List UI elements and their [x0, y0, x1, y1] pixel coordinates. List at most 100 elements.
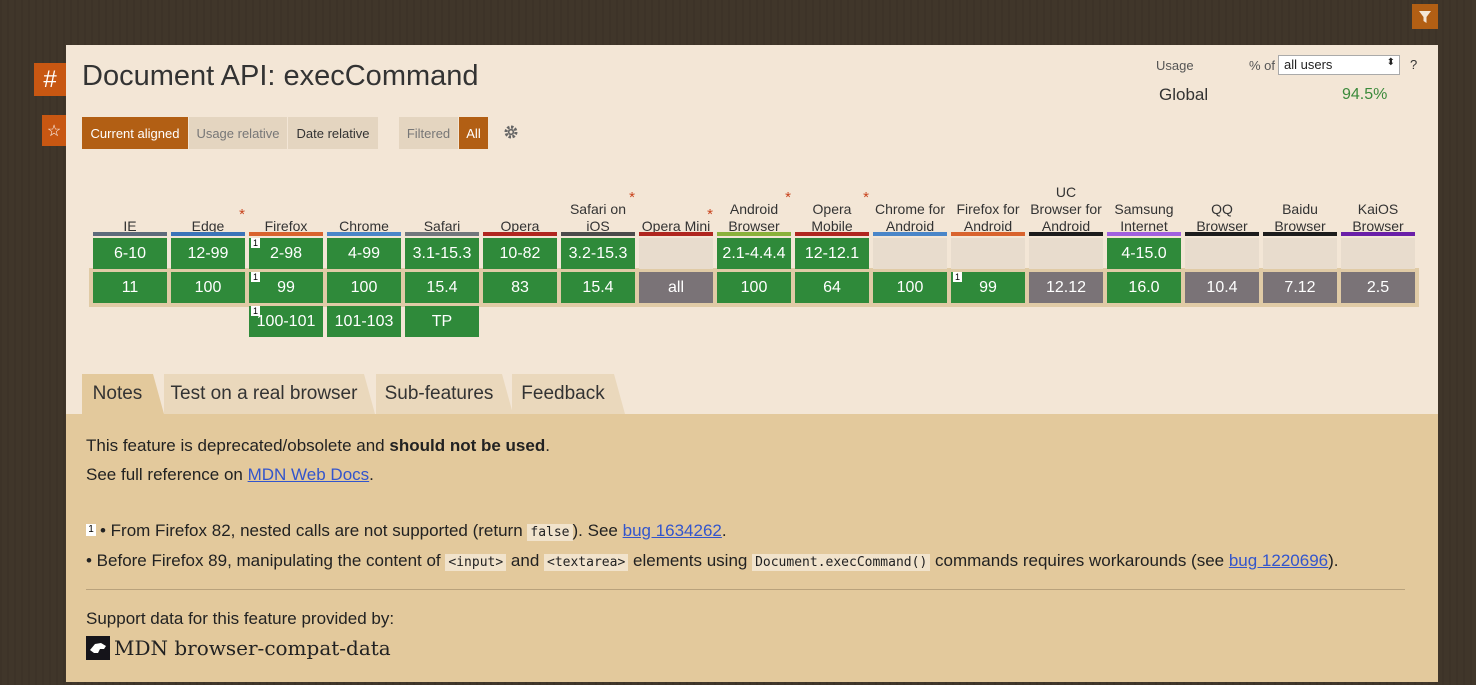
version-cell[interactable]: 100-101 1: [249, 306, 323, 337]
browser-name: UC Browser for Android: [1030, 184, 1102, 234]
feature-card: Document API: execCommand Usage % of all…: [66, 45, 1438, 682]
version-label: 100: [896, 278, 924, 296]
tab-feedback[interactable]: Feedback: [512, 374, 625, 414]
version-label: 10-82: [499, 244, 541, 262]
version-cell[interactable]: 12-99: [171, 238, 245, 269]
browser-header-safari: Safari: [405, 160, 479, 238]
mdn-bcd-link[interactable]: MDN browser-compat-data: [86, 636, 391, 660]
code-false: false: [527, 524, 573, 541]
filtered-button[interactable]: Filtered: [399, 117, 458, 149]
browser-name: Baidu Browser: [1274, 201, 1326, 234]
note-text: This feature is deprecated/obsolete and: [86, 436, 390, 455]
footnote-marker: 1: [251, 272, 260, 282]
footnote-2: • Before Firefox 89, manipulating the co…: [86, 551, 1339, 571]
partial-support-asterisk: *: [707, 206, 713, 223]
tab-notes[interactable]: Notes: [82, 374, 164, 414]
browser-name: Samsung Internet: [1114, 201, 1174, 234]
current-aligned-button[interactable]: Current aligned: [82, 117, 188, 149]
version-cell[interactable]: 64: [795, 272, 869, 303]
version-label: 11: [121, 278, 139, 296]
browser-header-uc-browser-for-android: UC Browser for Android: [1029, 160, 1103, 238]
version-cell[interactable]: 2.5: [1341, 272, 1415, 303]
version-cell[interactable]: 99 1: [249, 272, 323, 303]
version-cell[interactable]: 100: [873, 272, 947, 303]
version-cell[interactable]: 15.4: [561, 272, 635, 303]
version-cell[interactable]: 100: [717, 272, 791, 303]
browser-color-bar: [249, 232, 323, 236]
browser-name: Firefox for Android: [956, 201, 1020, 234]
usage-relative-button[interactable]: Usage relative: [189, 117, 287, 149]
help-link[interactable]: ?: [1410, 57, 1417, 72]
date-relative-button[interactable]: Date relative: [288, 117, 378, 149]
version-cell[interactable]: 12.12: [1029, 272, 1103, 303]
note-emphasis: should not be used: [389, 436, 546, 455]
version-cell[interactable]: 15.4: [405, 272, 479, 303]
bug-1634262-link[interactable]: bug 1634262: [623, 521, 722, 540]
version-cell[interactable]: 83: [483, 272, 557, 303]
note-text: See full reference on: [86, 465, 248, 484]
browser-header-opera: Opera: [483, 160, 557, 238]
bug-1220696-link[interactable]: bug 1220696: [1229, 551, 1328, 570]
browser-header-chrome-for-android: Chrome for Android: [873, 160, 947, 238]
note-text: ).: [1328, 551, 1339, 570]
browser-color-bar: [795, 232, 869, 236]
filter-button[interactable]: [1412, 4, 1438, 29]
version-cell[interactable]: 3.2-15.3: [561, 238, 635, 269]
version-cell[interactable]: 4-99: [327, 238, 401, 269]
version-cell[interactable]: 12-12.1: [795, 238, 869, 269]
note-text: elements using: [628, 551, 753, 570]
version-cell[interactable]: 2.1-4.4.4: [717, 238, 791, 269]
version-cell[interactable]: 99 1: [951, 272, 1025, 303]
mdn-bcd-label: MDN browser-compat-data: [114, 636, 391, 660]
browser-name: QQ Browser: [1196, 201, 1248, 234]
version-cell: [1341, 238, 1415, 269]
footnote-marker: 1: [953, 272, 962, 282]
version-cell[interactable]: 10.4: [1185, 272, 1259, 303]
region-label: Global: [1159, 85, 1209, 104]
deprecation-note: This feature is deprecated/obsolete and …: [86, 436, 550, 456]
version-label: 100: [194, 278, 222, 296]
all-button[interactable]: All: [459, 117, 488, 149]
footnote-1: 1 • From Firefox 82, nested calls are not…: [86, 521, 727, 541]
version-cell[interactable]: 101-103: [327, 306, 401, 337]
version-cell[interactable]: all: [639, 272, 713, 303]
version-label: 83: [511, 278, 529, 296]
percent-of-label: % of: [1249, 58, 1276, 73]
mdn-logo-icon: [86, 636, 110, 660]
version-cell: [1263, 238, 1337, 269]
version-cell[interactable]: 10-82: [483, 238, 557, 269]
version-label: 15.4: [582, 278, 614, 296]
gear-icon[interactable]: [503, 124, 519, 140]
version-cell[interactable]: TP: [405, 306, 479, 337]
browser-header-opera-mobile: Opera Mobile *: [795, 160, 869, 238]
version-cell[interactable]: 100: [327, 272, 401, 303]
browser-header-safari-on-ios: Safari on iOS *: [561, 160, 635, 238]
browser-color-bar: [327, 232, 401, 236]
version-cell[interactable]: 3.1-15.3: [405, 238, 479, 269]
version-cell[interactable]: 16.0: [1107, 272, 1181, 303]
usage-scope-select[interactable]: all users ⬍: [1278, 55, 1400, 75]
filter-icon: [1419, 10, 1431, 23]
version-label: 4-99: [347, 244, 381, 262]
browser-color-bar: [873, 232, 947, 236]
browser-name: Opera Mobile: [811, 201, 853, 234]
browser-name: Chrome for Android: [874, 201, 946, 234]
usage-label: Usage: [1156, 58, 1194, 73]
partial-support-asterisk: *: [863, 189, 869, 206]
version-label: 15.4: [426, 278, 458, 296]
version-label: 2-98: [269, 244, 303, 262]
version-cell[interactable]: 2-98 1: [249, 238, 323, 269]
tab-test-on-real-browser[interactable]: Test on a real browser: [164, 374, 375, 414]
note-text: • From Firefox 82, nested calls are not …: [100, 521, 528, 540]
version-cell[interactable]: 6-10: [93, 238, 167, 269]
star-icon[interactable]: ☆: [42, 115, 66, 146]
feature-anchor-link[interactable]: #: [34, 63, 66, 96]
version-cell[interactable]: 7.12: [1263, 272, 1337, 303]
version-cell[interactable]: 100: [171, 272, 245, 303]
tab-sub-features[interactable]: Sub-features: [376, 374, 513, 414]
browser-header-chrome: Chrome: [327, 160, 401, 238]
version-cell[interactable]: 4-15.0: [1107, 238, 1181, 269]
mdn-web-docs-link[interactable]: MDN Web Docs: [248, 465, 370, 484]
divider: [86, 589, 1405, 590]
version-cell[interactable]: 11: [93, 272, 167, 303]
